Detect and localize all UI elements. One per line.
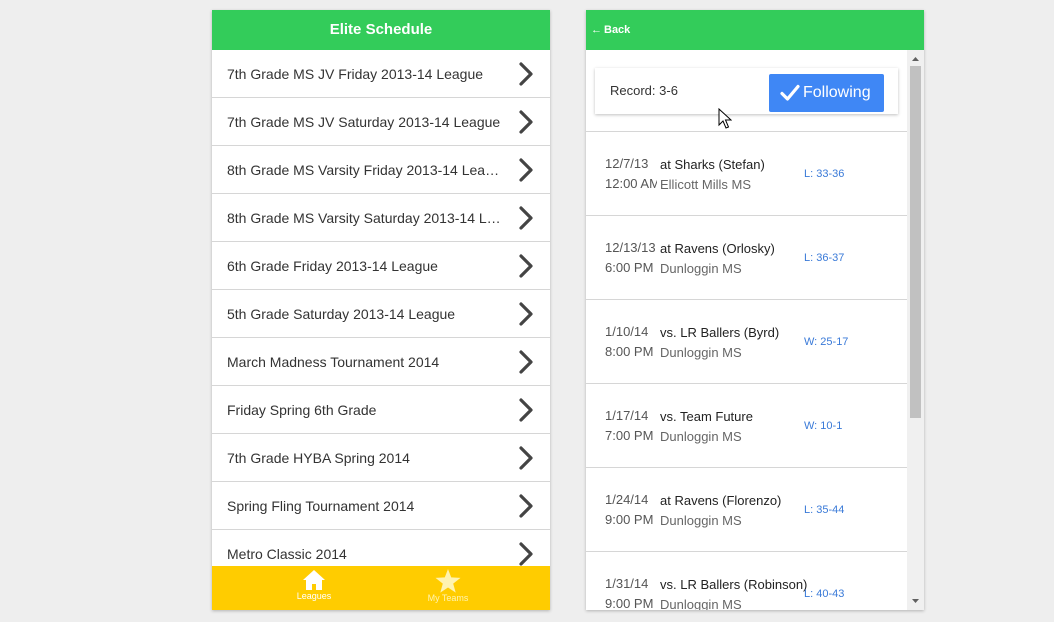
team-schedule-panel: ← Back Record: 3-6 Following 12/7/13 12:00…: [586, 10, 924, 610]
game-result: L: 40-43: [804, 588, 845, 600]
game-row[interactable]: 1/24/14 9:00 PM at Ravens (Florenzo) Dunlog…: [586, 468, 907, 552]
team-header: ← Back: [586, 10, 924, 50]
checkmark-icon: [780, 84, 800, 101]
record-card: Record: 3-6 Following: [595, 68, 898, 114]
league-list-item[interactable]: 7th Grade HYBA Spring 2014: [212, 434, 550, 482]
chevron-right-icon: [519, 302, 533, 326]
game-time: 9:00 PM: [605, 512, 654, 527]
league-list-item[interactable]: 8th Grade MS Varsity Saturday 2013-14 Le…: [212, 194, 550, 242]
game-opponent: vs. LR Ballers (Byrd): [660, 325, 780, 340]
league-list-item[interactable]: 8th Grade MS Varsity Friday 2013-14 Leag…: [212, 146, 550, 194]
league-list-item[interactable]: 7th Grade MS JV Saturday 2013-14 League: [212, 98, 550, 146]
chevron-right-icon: [519, 110, 533, 134]
game-time: 8:00 PM: [605, 344, 654, 359]
chevron-right-icon: [519, 542, 533, 566]
league-name: 6th Grade Friday 2013-14 League: [227, 258, 438, 274]
game-opponent: at Sharks (Stefan): [660, 157, 765, 172]
game-result: L: 33-36: [804, 168, 845, 180]
game-location: Dunloggin MS: [660, 345, 742, 360]
mouse-cursor-icon: [718, 108, 732, 129]
bottom-tab-bar: Leagues My Teams: [212, 566, 550, 610]
game-row[interactable]: 1/10/14 8:00 PM vs. LR Ballers (Byrd) Dunlo…: [586, 300, 907, 384]
game-result: W: 10-1: [804, 420, 843, 432]
game-date: 12/7/13: [605, 156, 649, 171]
leagues-panel: Elite Schedule 7th Grade MS JV Friday 20…: [212, 10, 550, 610]
chevron-right-icon: [519, 254, 533, 278]
game-date: 1/31/14: [605, 576, 649, 591]
game-time: 12:00 AM: [605, 176, 657, 191]
record-text: Record: 3-6: [610, 83, 678, 98]
chevron-right-icon: [519, 494, 533, 518]
tab-my-teams-label: My Teams: [427, 593, 469, 603]
game-date: 1/24/14: [605, 492, 649, 507]
league-list-item[interactable]: Friday Spring 6th Grade: [212, 386, 550, 434]
chevron-right-icon: [519, 206, 533, 230]
chevron-right-icon: [519, 350, 533, 374]
game-location: Ellicott Mills MS: [660, 177, 752, 192]
league-name: 7th Grade HYBA Spring 2014: [227, 450, 410, 466]
game-opponent: vs. LR Ballers (Robinson): [660, 577, 808, 592]
game-row[interactable]: 12/7/13 12:00 AM at Sharks (Stefan) Ellicot…: [586, 132, 907, 216]
league-list-item[interactable]: 7th Grade MS JV Friday 2013-14 League: [212, 50, 550, 98]
scroll-down-arrow-icon[interactable]: [907, 594, 924, 608]
league-name: 7th Grade MS JV Saturday 2013-14 League: [227, 114, 501, 130]
chevron-right-icon: [519, 398, 533, 422]
back-button[interactable]: ← Back: [591, 10, 630, 50]
games-list: 12/7/13 12:00 AM at Sharks (Stefan) Ellicot…: [586, 131, 907, 610]
back-arrow-icon: ←: [591, 24, 602, 36]
chevron-right-icon: [519, 446, 533, 470]
tab-leagues-label: Leagues: [296, 591, 332, 601]
league-name: 5th Grade Saturday 2013-14 League: [227, 306, 456, 322]
following-button[interactable]: Following: [769, 74, 884, 112]
game-result: W: 25-17: [804, 336, 849, 348]
scroll-up-arrow-icon[interactable]: [907, 52, 924, 66]
league-list-item[interactable]: March Madness Tournament 2014: [212, 338, 550, 386]
league-name: Friday Spring 6th Grade: [227, 402, 377, 418]
league-list-item[interactable]: Metro Classic 2014: [212, 530, 550, 566]
game-row[interactable]: 12/13/13 6:00 PM at Ravens (Orlosky) Dunlog…: [586, 216, 907, 300]
league-name: Spring Fling Tournament 2014: [227, 498, 415, 514]
game-time: 6:00 PM: [605, 260, 654, 275]
league-name: 7th Grade MS JV Friday 2013-14 League: [227, 66, 484, 82]
game-result: L: 36-37: [804, 252, 845, 264]
game-location: Dunloggin MS: [660, 597, 742, 610]
home-icon: [303, 570, 325, 590]
tab-leagues[interactable]: Leagues: [254, 566, 374, 610]
game-time: 9:00 PM: [605, 596, 654, 610]
league-name: March Madness Tournament 2014: [227, 354, 440, 370]
game-row[interactable]: 1/31/14 9:00 PM vs. LR Ballers (Robinson) D…: [586, 552, 907, 610]
chevron-right-icon: [519, 158, 533, 182]
game-opponent: vs. Team Future: [660, 409, 753, 424]
back-label: Back: [604, 24, 631, 36]
league-list-item[interactable]: 5th Grade Saturday 2013-14 League: [212, 290, 550, 338]
schedule-content: Record: 3-6 Following 12/7/13 12:00 AM at …: [586, 50, 907, 610]
game-result: L: 35-44: [804, 504, 845, 516]
league-list-item[interactable]: 6th Grade Friday 2013-14 League: [212, 242, 550, 290]
following-label: Following: [803, 84, 871, 101]
game-location: Dunloggin MS: [660, 513, 742, 528]
game-location: Dunloggin MS: [660, 261, 742, 276]
game-opponent: at Ravens (Orlosky): [660, 241, 775, 256]
game-time: 7:00 PM: [605, 428, 654, 443]
star-icon: [435, 569, 461, 593]
scrollbar-thumb[interactable]: [910, 66, 921, 418]
league-list-item[interactable]: Spring Fling Tournament 2014: [212, 482, 550, 530]
league-name: Metro Classic 2014: [227, 546, 347, 562]
page-title: Elite Schedule: [212, 10, 550, 50]
scrollbar[interactable]: [907, 50, 924, 610]
game-row[interactable]: 1/17/14 7:00 PM vs. Team Future Dunloggin M…: [586, 384, 907, 468]
game-date: 1/10/14: [605, 324, 649, 339]
league-name: 8th Grade MS Varsity Saturday 2013-14 Le…: [227, 210, 504, 226]
league-name: 8th Grade MS Varsity Friday 2013-14 Leag…: [227, 162, 504, 178]
league-list[interactable]: 7th Grade MS JV Friday 2013-14 League 7th…: [212, 50, 550, 566]
game-opponent: at Ravens (Florenzo): [660, 493, 782, 508]
game-date: 1/17/14: [605, 408, 649, 423]
game-location: Dunloggin MS: [660, 429, 742, 444]
tab-my-teams[interactable]: My Teams: [388, 566, 508, 610]
chevron-right-icon: [519, 62, 533, 86]
game-date: 12/13/13: [605, 240, 656, 255]
